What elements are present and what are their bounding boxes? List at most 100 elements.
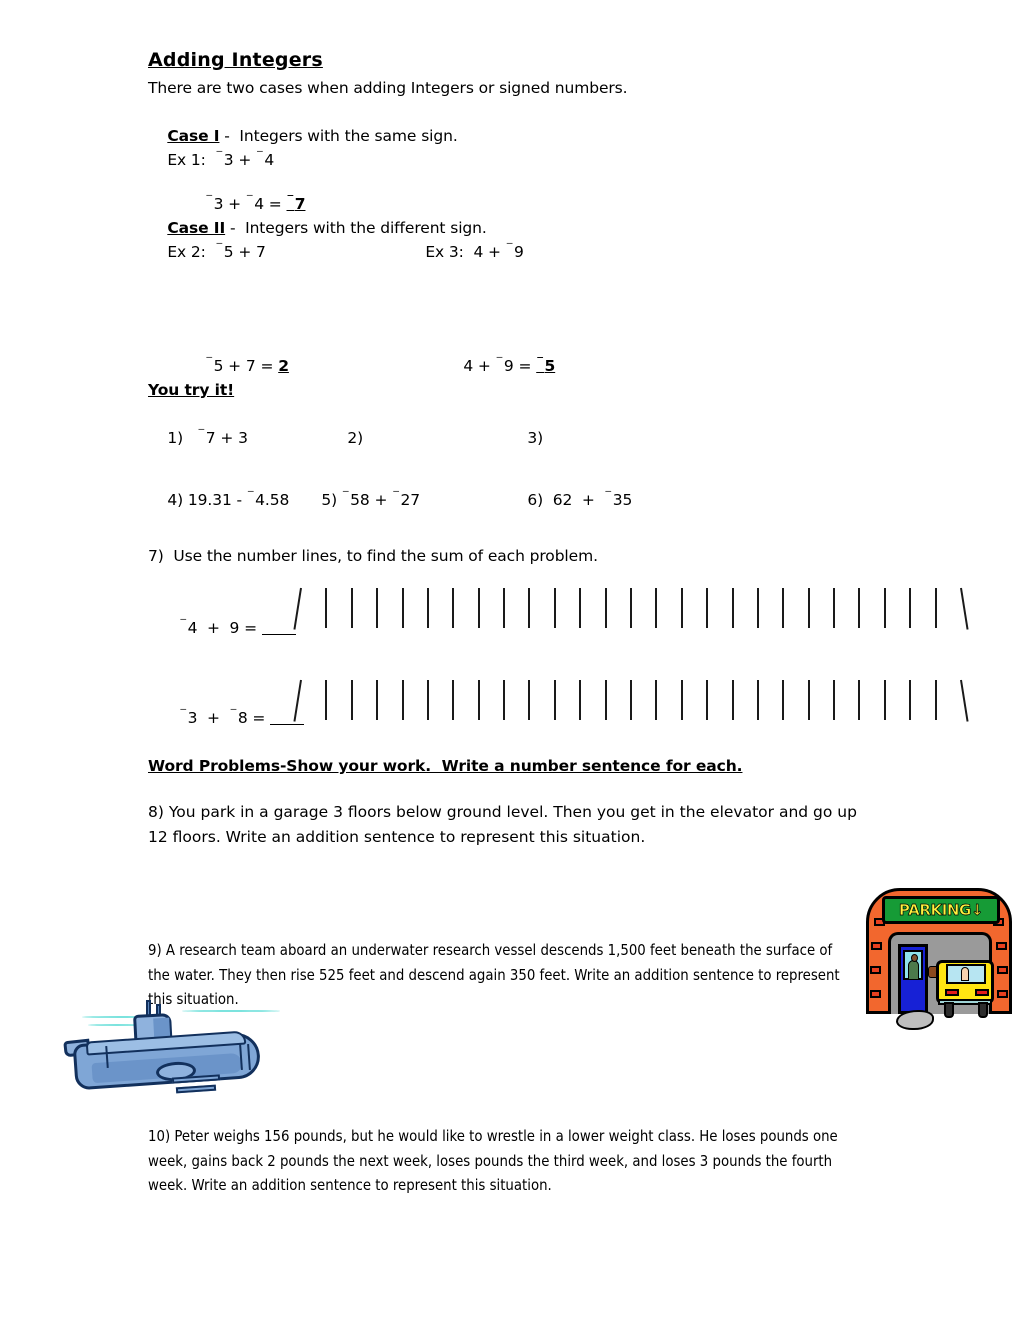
numberline-1-blank[interactable] bbox=[261, 634, 296, 635]
exhaust-smoke-icon bbox=[896, 1010, 934, 1030]
wheel-left bbox=[944, 1002, 954, 1018]
number-line-tick bbox=[401, 680, 404, 720]
number-line-tick bbox=[756, 588, 759, 628]
numberline-1-expression: ⁻4 + 9 = bbox=[160, 592, 296, 665]
number-line-tick bbox=[706, 588, 709, 628]
number-line-tick bbox=[604, 588, 607, 628]
word-problems-heading: Word Problems-Show your work. Write a nu… bbox=[148, 757, 743, 775]
number-line-tick bbox=[579, 680, 582, 720]
attendant-body bbox=[908, 960, 919, 980]
practice-item-6: 6) 62 + ⁻35 bbox=[508, 464, 632, 537]
number-line-tick bbox=[553, 680, 556, 720]
number-line-tick bbox=[756, 680, 759, 720]
word-problem-9: 9) A research team aboard an underwater … bbox=[148, 938, 855, 1012]
number-line-tick bbox=[833, 680, 836, 720]
intro-text: There are two cases when adding Integers… bbox=[148, 79, 628, 97]
ex3-worked-line: 4 + ⁻9 = ⁻5 bbox=[444, 330, 555, 403]
ex3-answer: ⁻5 bbox=[536, 351, 556, 375]
water-line-icon bbox=[182, 1010, 280, 1012]
taillight-right bbox=[975, 989, 989, 996]
number-line-tick bbox=[630, 680, 632, 720]
case-2-ex2-line: Ex 2: ⁻5 + 7 bbox=[148, 216, 266, 289]
number-line-tick bbox=[934, 680, 937, 720]
number-line-tick bbox=[883, 588, 886, 628]
number-line-tick bbox=[960, 679, 969, 722]
driver-head bbox=[961, 967, 969, 981]
numberline-instruction: 7) Use the number lines, to find the sum… bbox=[148, 547, 598, 565]
word-problem-8-number: 8) bbox=[148, 803, 164, 821]
parking-sign: PARKING↓ bbox=[882, 896, 1000, 924]
number-line-tick bbox=[858, 588, 861, 628]
practice-item-5: 5) ⁻58 + ⁻27 bbox=[302, 464, 420, 537]
practice-item-4-problem: 19.31 - ⁻4.58 bbox=[187, 485, 290, 509]
number-line-tick bbox=[528, 680, 531, 720]
number-line-tick bbox=[503, 680, 506, 720]
practice-item-6-problem: 62 + ⁻35 bbox=[552, 485, 633, 509]
number-line-tick bbox=[680, 588, 683, 628]
ex2-answer: 2 bbox=[278, 357, 289, 375]
number-line-tick bbox=[731, 588, 734, 628]
case-1-example-label: Ex 1: bbox=[167, 151, 206, 169]
practice-item-1-number: 1) bbox=[167, 429, 184, 447]
parking-sign-label: PARKING↓ bbox=[898, 901, 984, 920]
number-line-tick bbox=[325, 680, 328, 720]
number-line-tick bbox=[807, 680, 810, 720]
numberline-2-blank[interactable] bbox=[270, 724, 305, 725]
word-problem-9-number: 9) bbox=[148, 941, 162, 959]
number-line-tick bbox=[909, 680, 912, 720]
number-line-tick bbox=[706, 680, 709, 720]
sub-fin-lower bbox=[175, 1084, 217, 1094]
practice-item-6-number: 6) bbox=[527, 491, 544, 509]
number-line-tick bbox=[833, 588, 836, 628]
number-line-tick bbox=[350, 680, 353, 720]
number-line-tick bbox=[604, 680, 607, 720]
brick-icon bbox=[996, 942, 1007, 950]
practice-item-2-number: 2) bbox=[347, 429, 364, 447]
number-line-tick bbox=[426, 588, 429, 628]
number-line-tick bbox=[934, 588, 937, 628]
attendant-head bbox=[910, 954, 918, 962]
case-2-ex3-line: Ex 3: 4 + ⁻9 bbox=[406, 216, 524, 289]
brick-icon bbox=[997, 966, 1008, 974]
practice-item-1-problem: ⁻7 + 3 bbox=[197, 423, 248, 447]
word-problem-8: 8) You park in a garage 3 floors below g… bbox=[148, 800, 868, 849]
number-line-tick bbox=[503, 588, 506, 628]
number-line-tick bbox=[960, 587, 969, 630]
practice-item-4-number: 4) bbox=[167, 491, 184, 509]
brick-icon bbox=[870, 990, 881, 998]
number-line-tick bbox=[528, 588, 531, 628]
numberline-2-expression: ⁻3 + ⁻8 = bbox=[160, 682, 305, 755]
number-line-tick bbox=[553, 588, 556, 628]
number-line-tick bbox=[477, 588, 480, 628]
number-line-tick bbox=[376, 680, 379, 720]
number-line-2 bbox=[293, 679, 969, 724]
practice-heading: You try it! bbox=[148, 381, 235, 399]
number-line-tick bbox=[782, 680, 785, 720]
number-line-1 bbox=[293, 587, 969, 632]
word-problem-8-text: You park in a garage 3 floors below grou… bbox=[148, 803, 857, 846]
number-line-tick bbox=[807, 588, 810, 628]
practice-item-5-number: 5) bbox=[321, 491, 338, 509]
ex2-expression: ⁻5 + 7 bbox=[215, 237, 266, 261]
parking-garage-clipart: PARKING↓ bbox=[862, 884, 1020, 1034]
brick-icon bbox=[997, 990, 1008, 998]
word-problem-10-text: Peter weighs 156 pounds, but he would li… bbox=[148, 1127, 838, 1194]
practice-item-3-number: 3) bbox=[527, 429, 544, 447]
number-line-tick bbox=[426, 680, 429, 720]
word-problem-10: 10) Peter weighs 156 pounds, but he woul… bbox=[148, 1124, 855, 1198]
ex3-worked: 4 + ⁻9 = bbox=[463, 351, 537, 375]
number-line-tick bbox=[325, 588, 328, 628]
number-line-tick bbox=[655, 588, 658, 628]
number-line-tick bbox=[655, 680, 658, 720]
ex3-expression: 4 + ⁻9 bbox=[473, 237, 524, 261]
ex2-worked: ⁻5 + 7 = bbox=[205, 351, 279, 375]
worksheet-page: Adding Integers There are two cases when… bbox=[0, 0, 1020, 1320]
brick-icon bbox=[871, 942, 882, 950]
number-line-tick bbox=[680, 680, 683, 720]
ex2-label: Ex 2: bbox=[167, 243, 206, 261]
case-1-example: ⁻3 + ⁻4 bbox=[215, 145, 275, 169]
number-line-tick bbox=[452, 588, 455, 628]
taillight-left bbox=[945, 989, 959, 996]
practice-item-4: 4) 19.31 - ⁻4.58 bbox=[148, 464, 289, 537]
word-problem-10-number: 10) bbox=[148, 1127, 171, 1145]
